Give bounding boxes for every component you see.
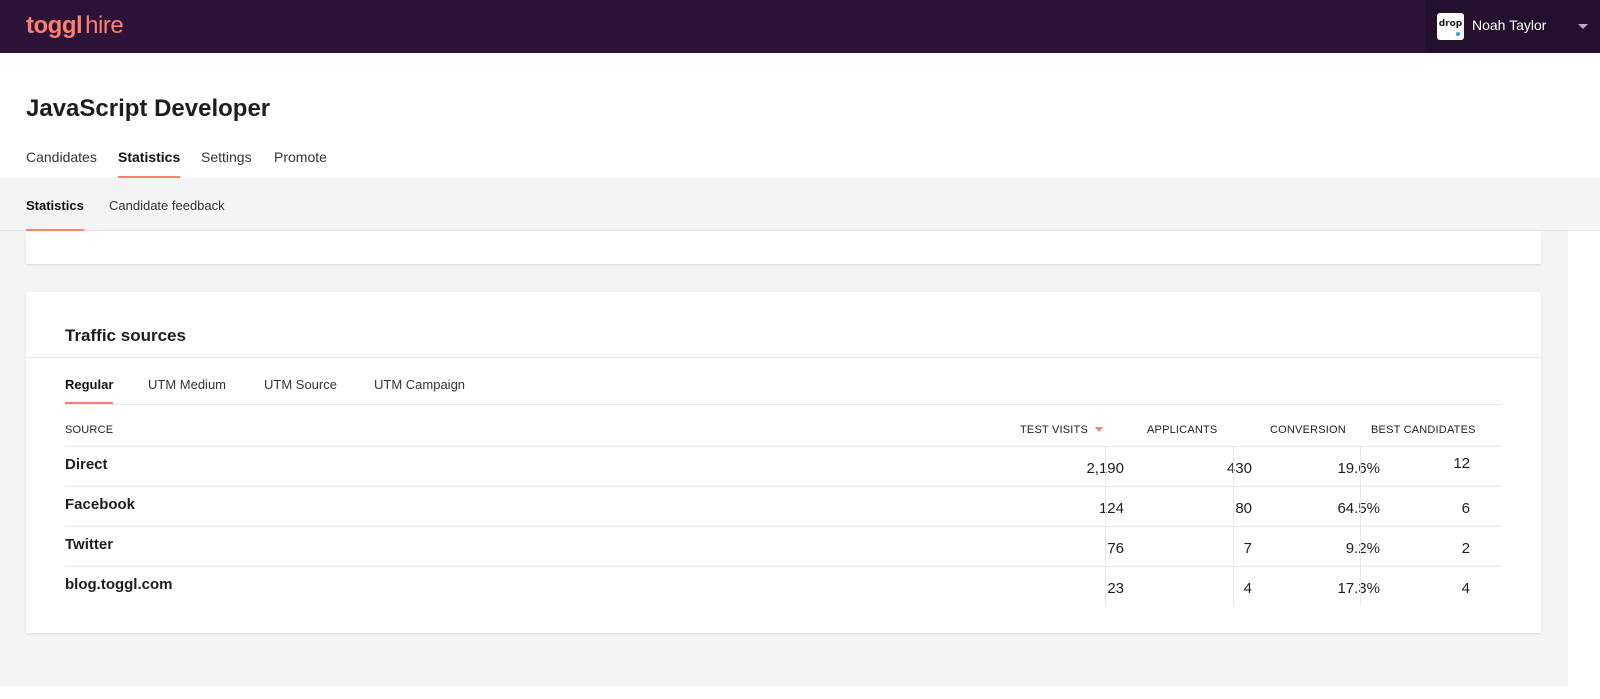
source-name: blog.toggl.com bbox=[65, 576, 173, 593]
tab-utm-medium[interactable]: UTM Medium bbox=[148, 377, 226, 404]
conversion-value: 17.3% bbox=[1337, 580, 1380, 597]
applicants-value: 4 bbox=[1243, 580, 1252, 597]
column-header-label: CONVERSION bbox=[1270, 424, 1346, 436]
tab-utm-campaign[interactable]: UTM Campaign bbox=[374, 377, 465, 404]
test-visits-value: 23 bbox=[1107, 580, 1124, 597]
test-visits-value: 124 bbox=[1098, 500, 1124, 517]
source-name: Twitter bbox=[65, 536, 114, 553]
previous-card bbox=[26, 231, 1541, 264]
source-name: Facebook bbox=[65, 496, 136, 513]
conversion-value: 9.2% bbox=[1345, 540, 1380, 557]
tab-candidates[interactable]: Candidates bbox=[26, 149, 97, 178]
card-title: Traffic sources bbox=[65, 326, 186, 345]
user-name: Noah Taylor bbox=[1472, 17, 1547, 33]
column-header-label: TEST VISITS bbox=[1020, 424, 1089, 436]
page-title: JavaScript Developer bbox=[26, 95, 271, 122]
best-candidates-value: 6 bbox=[1461, 500, 1470, 517]
sort-descending-icon bbox=[1095, 427, 1104, 432]
column-header-label: APPLICANTS bbox=[1147, 424, 1218, 436]
user-menu[interactable]: drop Noah Taylor bbox=[1425, 0, 1600, 53]
column-header-best-candidates[interactable]: BEST CANDIDATES bbox=[1371, 424, 1476, 436]
top-bar: toggl hire drop Noah Taylor bbox=[0, 0, 1600, 53]
column-separator bbox=[1360, 446, 1361, 606]
column-header-label: SOURCE bbox=[65, 424, 114, 436]
conversion-value: 19.6% bbox=[1337, 460, 1380, 477]
subtab-candidate-feedback[interactable]: Candidate feedback bbox=[109, 198, 225, 231]
column-separator bbox=[1233, 446, 1234, 606]
tab-utm-source[interactable]: UTM Source bbox=[264, 377, 337, 404]
column-header-conversion[interactable]: CONVERSION bbox=[1270, 424, 1346, 436]
tab-settings[interactable]: Settings bbox=[201, 149, 252, 178]
table-row[interactable]: blog.toggl.com 23 4 17.3% 4 bbox=[65, 566, 1502, 606]
page-side-rail bbox=[1568, 53, 1600, 699]
traffic-sources-card: Traffic sources Regular UTM Medium UTM S… bbox=[26, 292, 1541, 633]
sub-navigation: Statistics Candidate feedback bbox=[0, 178, 1600, 231]
table-row[interactable]: Direct 2,190 430 19.6% 12 bbox=[65, 446, 1502, 486]
table-row[interactable]: Facebook 124 80 64.5% 6 bbox=[65, 486, 1502, 526]
toggl-hire-logo[interactable]: toggl hire bbox=[26, 12, 124, 40]
column-separator bbox=[1105, 446, 1106, 606]
table-row[interactable]: Twitter 76 7 9.2% 2 bbox=[65, 526, 1502, 566]
tabs-divider bbox=[65, 404, 1502, 405]
tab-promote[interactable]: Promote bbox=[274, 149, 327, 178]
best-candidates-value: 12 bbox=[1453, 455, 1470, 472]
column-header-label: BEST CANDIDATES bbox=[1371, 424, 1476, 436]
card-divider bbox=[26, 357, 1541, 358]
applicants-value: 430 bbox=[1226, 460, 1252, 477]
test-visits-value: 76 bbox=[1107, 540, 1124, 557]
column-header-source[interactable]: SOURCE bbox=[65, 424, 113, 436]
best-candidates-value: 2 bbox=[1461, 540, 1470, 557]
best-candidates-value: 4 bbox=[1461, 580, 1470, 597]
tab-regular[interactable]: Regular bbox=[65, 377, 114, 404]
tab-statistics[interactable]: Statistics bbox=[118, 149, 181, 178]
applicants-value: 80 bbox=[1235, 500, 1252, 517]
column-header-applicants[interactable]: APPLICANTS bbox=[1147, 424, 1217, 436]
chevron-down-icon bbox=[1578, 24, 1588, 29]
conversion-value: 64.5% bbox=[1337, 500, 1380, 517]
company-avatar: drop bbox=[1437, 13, 1464, 40]
column-header-test-visits[interactable]: TEST VISITS bbox=[1020, 424, 1104, 436]
logo-brand: toggl bbox=[26, 12, 83, 39]
logo-product: hire bbox=[85, 12, 124, 39]
subtab-statistics[interactable]: Statistics bbox=[26, 198, 84, 231]
applicants-value: 7 bbox=[1243, 540, 1252, 557]
source-name: Direct bbox=[65, 456, 108, 473]
